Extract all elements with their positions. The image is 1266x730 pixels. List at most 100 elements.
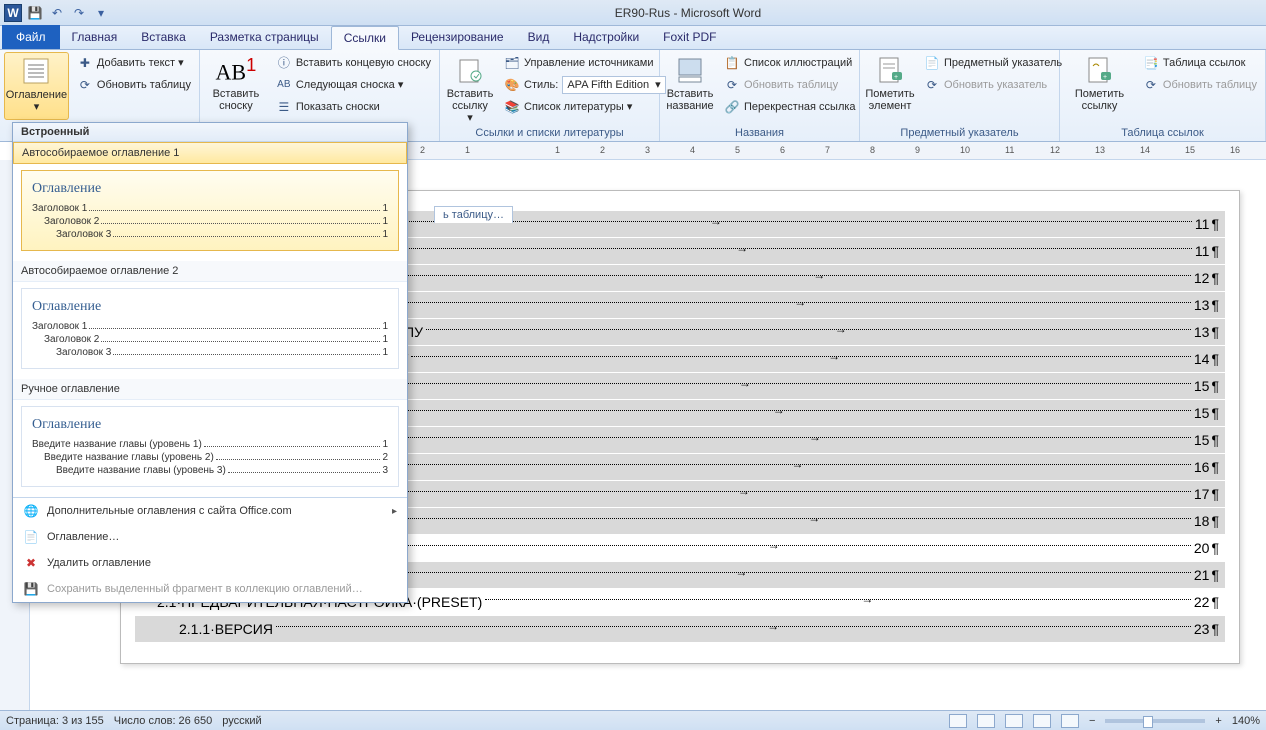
insert-authorities-button[interactable]: 📑Таблица ссылок [1139, 52, 1261, 73]
update-toc-button[interactable]: ⟳Обновить таблицу [73, 74, 195, 95]
view-outline-icon[interactable] [1033, 714, 1051, 728]
toc-update-tab[interactable]: ь таблицу… [434, 206, 513, 223]
menu-custom-toc[interactable]: 📄 Оглавление… [13, 524, 407, 550]
zoom-out-button[interactable]: − [1089, 715, 1095, 727]
preview-row: Заголовок 11 [32, 203, 388, 214]
preview-row: Введите название главы (уровень 3)3 [32, 465, 388, 476]
status-language[interactable]: русский [222, 715, 261, 727]
preview-row: Заголовок 31 [32, 347, 388, 358]
insert-index-button[interactable]: 📄Предметный указатель [920, 52, 1066, 73]
toc-leader [485, 599, 1191, 600]
ruler-tick: 2 [420, 145, 425, 155]
toc-page: 17¶ [1194, 486, 1219, 502]
refresh-icon: ⟳ [724, 77, 740, 93]
bibliography-icon: 📚 [504, 99, 520, 115]
tab-addins[interactable]: Надстройки [561, 25, 651, 49]
endnote-label: Вставить концевую сноску [296, 57, 431, 69]
mark-entry-button[interactable]: + Пометить элемент [864, 52, 916, 120]
mark-citation-button[interactable]: + Пометить ссылку [1064, 52, 1135, 120]
view-print-layout-icon[interactable] [949, 714, 967, 728]
menu-custom-label: Оглавление… [47, 531, 119, 543]
zoom-level[interactable]: 140% [1232, 715, 1260, 727]
mark-citation-icon: + [1083, 54, 1115, 86]
menu-office-templates[interactable]: 🌐 Дополнительные оглавления с сайта Offi… [13, 498, 407, 524]
update-authorities-label: Обновить таблицу [1163, 79, 1257, 91]
citation-style-select[interactable]: 🎨 Стиль: APA Fifth Edition▾ [500, 74, 670, 95]
toc-leader [330, 464, 1191, 465]
toc-page: 13¶ [1194, 297, 1219, 313]
toc-page: 22¶ [1194, 594, 1219, 610]
next-footnote-button[interactable]: ABСледующая сноска ▾ [272, 74, 435, 95]
preview-row: Заголовок 11 [32, 321, 388, 332]
ruler-tick: 1 [555, 145, 560, 155]
gallery-manual[interactable]: Ручное оглавление [13, 379, 407, 400]
ruler-tick: 6 [780, 145, 785, 155]
toc-leader [411, 356, 1191, 357]
tab-references[interactable]: Ссылки [331, 26, 399, 50]
view-draft-icon[interactable] [1061, 714, 1079, 728]
zoom-slider[interactable] [1105, 719, 1205, 723]
refresh-icon: ⟳ [1143, 77, 1159, 93]
preview-row: Введите название главы (уровень 1)1 [32, 439, 388, 450]
insert-figures-button[interactable]: 📋Список иллюстраций [720, 52, 860, 73]
show-footnotes-button[interactable]: ☰Показать сноски [272, 96, 435, 117]
style-label: Стиль: [524, 79, 558, 91]
gallery-auto1-preview[interactable]: Оглавление Заголовок 11Заголовок 21Загол… [21, 170, 399, 251]
tab-review[interactable]: Рецензирование [399, 25, 516, 49]
crossref-label: Перекрестная ссылка [744, 101, 856, 113]
toc-page: 12¶ [1194, 270, 1219, 286]
show-footnotes-icon: ☰ [276, 99, 292, 115]
insert-footnote-button[interactable]: AB1 Вставить сноску [204, 52, 268, 120]
manage-sources-button[interactable]: 🗂Управление источниками [500, 52, 670, 73]
toc-page: 15¶ [1194, 378, 1219, 394]
toc-page: 14¶ [1194, 351, 1219, 367]
window-title: ER90-Rus - Microsoft Word [110, 6, 1266, 20]
gallery-auto1[interactable]: Автособираемое оглавление 1 [13, 142, 407, 164]
gallery-auto2-preview[interactable]: Оглавление Заголовок 11Заголовок 21Загол… [21, 288, 399, 369]
menu-remove-toc[interactable]: ✖ Удалить оглавление [13, 550, 407, 576]
gallery-manual-preview[interactable]: Оглавление Введите название главы (урове… [21, 406, 399, 487]
tab-layout[interactable]: Разметка страницы [198, 25, 331, 49]
tab-view[interactable]: Вид [516, 25, 562, 49]
save-icon[interactable]: 💾 [26, 4, 44, 22]
insert-endnote-button[interactable]: ⓘ Вставить концевую сноску [272, 52, 435, 73]
update-authorities-button[interactable]: ⟳ Обновить таблицу [1139, 74, 1261, 95]
add-text-button[interactable]: ✚Добавить текст ▾ [73, 52, 195, 73]
refresh-icon: ⟳ [77, 77, 93, 93]
tab-home[interactable]: Главная [60, 25, 130, 49]
endnote-icon: ⓘ [276, 55, 292, 71]
mark-citation-label: Пометить ссылку [1070, 88, 1129, 112]
toc-page: 23¶ [1194, 621, 1219, 637]
update-captions-button[interactable]: ⟳Обновить таблицу [720, 74, 860, 95]
status-words[interactable]: Число слов: 26 650 [114, 715, 212, 727]
file-tab[interactable]: Файл [2, 25, 60, 49]
tab-foxit[interactable]: Foxit PDF [651, 25, 728, 49]
toc-leader [277, 545, 1191, 546]
title-bar: W 💾 ↶ ↷ ▾ ER90-Rus - Microsoft Word [0, 0, 1266, 26]
insert-citation-button[interactable]: Вставить ссылку▾ [444, 52, 496, 120]
undo-icon[interactable]: ↶ [48, 4, 66, 22]
redo-icon[interactable]: ↷ [70, 4, 88, 22]
gallery-auto2[interactable]: Автособираемое оглавление 2 [13, 261, 407, 282]
insert-caption-button[interactable]: Вставить название [664, 52, 716, 120]
qat-customize-icon[interactable]: ▾ [92, 4, 110, 22]
insert-index-label: Предметный указатель [944, 57, 1062, 69]
ruler-tick: 9 [915, 145, 920, 155]
menu-office-label: Дополнительные оглавления с сайта Office… [47, 505, 292, 517]
ruler-tick: 13 [1095, 145, 1105, 155]
status-page[interactable]: Страница: 3 из 155 [6, 715, 104, 727]
toc-leader [367, 518, 1191, 519]
bibliography-button[interactable]: 📚Список литературы ▾ [500, 96, 670, 117]
view-fullscreen-icon[interactable] [977, 714, 995, 728]
view-web-icon[interactable] [1005, 714, 1023, 728]
menu-remove-label: Удалить оглавление [47, 557, 151, 569]
style-dropdown[interactable]: APA Fifth Edition▾ [562, 76, 665, 94]
toc-row[interactable]: 2.1.1·ВЕРСИЯ23¶ [135, 616, 1225, 642]
update-index-button[interactable]: ⟳Обновить указатель [920, 74, 1066, 95]
toc-button[interactable]: Оглавление▾ [4, 52, 69, 120]
zoom-in-button[interactable]: + [1215, 715, 1221, 727]
tab-insert[interactable]: Вставка [129, 25, 198, 49]
svg-text:+: + [1103, 74, 1107, 81]
crossref-button[interactable]: 🔗Перекрестная ссылка [720, 96, 860, 117]
save-selection-icon: 💾 [23, 581, 39, 597]
